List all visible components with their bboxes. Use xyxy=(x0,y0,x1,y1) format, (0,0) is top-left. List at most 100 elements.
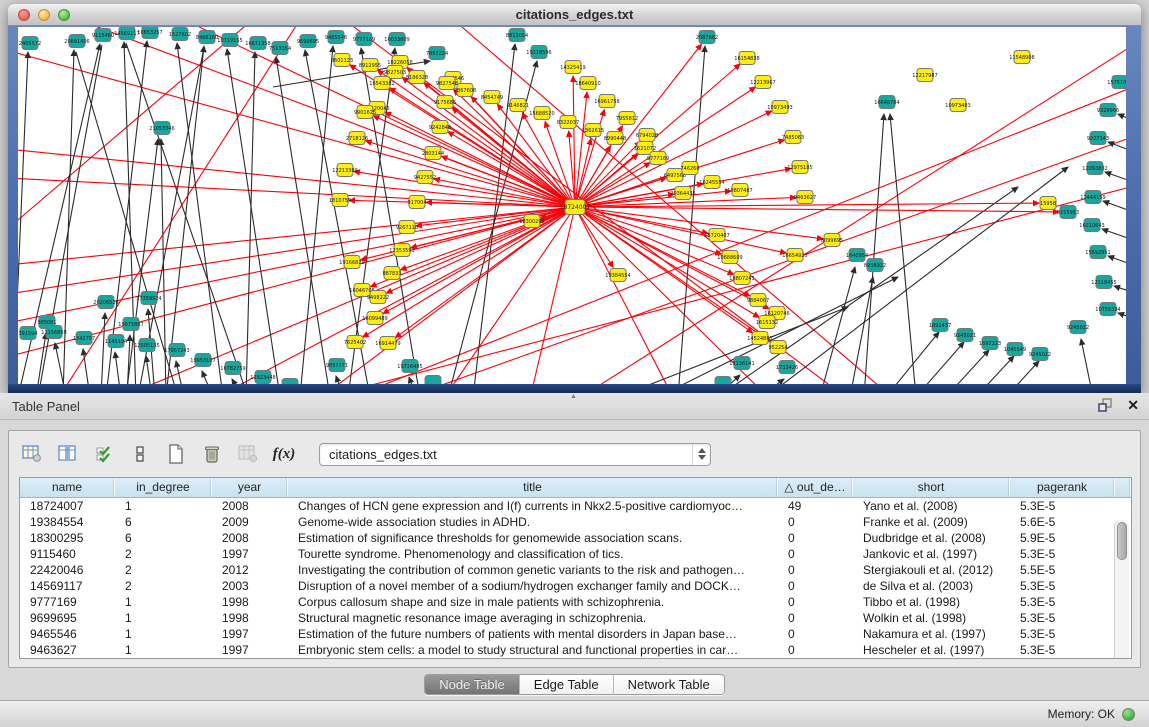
cell-in_degree[interactable]: 1 xyxy=(115,626,212,642)
cell-title[interactable]: Structural magnetic resonance image aver… xyxy=(288,610,778,626)
cell-pagerank[interactable]: 5.3E-5 xyxy=(1010,498,1115,514)
cell-name[interactable]: 22420046 xyxy=(20,562,115,578)
cell-title[interactable]: Estimation of significance thresholds fo… xyxy=(288,530,778,546)
network-edge[interactable] xyxy=(202,371,213,384)
cell-name[interactable]: 9463627 xyxy=(20,642,115,658)
cell-title[interactable]: Estimation of the future numbers of pati… xyxy=(288,626,778,642)
network-edge[interactable] xyxy=(1102,229,1126,247)
cell-out_degree[interactable]: 0 xyxy=(778,530,853,546)
cell-short[interactable]: Tibbo et al. (1998) xyxy=(853,594,1010,610)
network-edge[interactable] xyxy=(18,147,575,207)
network-edge[interactable] xyxy=(1114,286,1126,299)
cell-pagerank[interactable]: 5.3E-5 xyxy=(1010,594,1115,610)
cell-year[interactable]: 2008 xyxy=(212,498,288,514)
cell-pagerank[interactable]: 5.3E-5 xyxy=(1010,642,1115,658)
table-row[interactable]: 1938455462009Genome-wide association stu… xyxy=(20,514,1131,530)
table-panel-header[interactable]: ▲ Table Panel ✕ xyxy=(0,393,1149,420)
table-select-dropdown[interactable]: citations_edges.txt xyxy=(319,443,711,466)
cell-title[interactable]: Genome-wide association studies in ADHD. xyxy=(288,514,778,530)
cell-pagerank[interactable]: 5.5E-5 xyxy=(1010,562,1115,578)
cell-name[interactable]: 9699695 xyxy=(20,610,115,626)
function-builder-button[interactable]: f(x) xyxy=(271,441,297,467)
network-edge[interactable] xyxy=(305,50,370,384)
cell-short[interactable]: Wolkin et al. (1998) xyxy=(853,610,1010,626)
row-selection-button[interactable] xyxy=(91,441,117,467)
cell-year[interactable]: 1997 xyxy=(212,642,288,658)
cell-year[interactable]: 1998 xyxy=(212,610,288,626)
cell-title[interactable]: Changes of HCN gene expression and I(f) … xyxy=(288,498,778,514)
cell-name[interactable]: 9777169 xyxy=(20,594,115,610)
cell-in_degree[interactable]: 2 xyxy=(115,578,212,594)
network-node[interactable] xyxy=(715,377,731,385)
column-header-out_de[interactable]: △ out_de… xyxy=(778,478,853,497)
cell-out_degree[interactable]: 49 xyxy=(778,498,853,514)
cell-name[interactable]: 9465546 xyxy=(20,626,115,642)
table-row[interactable]: 977716911998Corpus callosum shape and si… xyxy=(20,594,1131,610)
cell-title[interactable]: Disruption of a novel member of a sodium… xyxy=(288,578,778,594)
cell-out_degree[interactable]: 0 xyxy=(778,578,853,594)
tab-edge-table[interactable]: Edge Table xyxy=(520,675,614,694)
network-edge[interactable] xyxy=(409,377,416,384)
column-header-in_degree[interactable]: in_degree xyxy=(115,478,212,497)
cell-in_degree[interactable]: 2 xyxy=(115,562,212,578)
table-row[interactable]: 946362711997Embryonic stem cells: a mode… xyxy=(20,642,1131,658)
cell-in_degree[interactable]: 6 xyxy=(115,530,212,546)
cell-in_degree[interactable]: 1 xyxy=(115,642,212,658)
network-edge[interactable] xyxy=(348,48,395,384)
cell-out_degree[interactable]: 0 xyxy=(778,626,853,642)
cell-pagerank[interactable]: 5.3E-5 xyxy=(1010,626,1115,642)
cell-year[interactable]: 1997 xyxy=(212,546,288,562)
network-edge[interactable] xyxy=(138,47,204,384)
cell-year[interactable]: 2008 xyxy=(212,530,288,546)
cell-name[interactable]: 14569117 xyxy=(20,578,115,594)
cell-year[interactable]: 1998 xyxy=(212,594,288,610)
cell-out_degree[interactable]: 0 xyxy=(778,610,853,626)
network-edge[interactable] xyxy=(1081,339,1093,384)
cell-year[interactable]: 2009 xyxy=(212,514,288,530)
cell-in_degree[interactable]: 2 xyxy=(115,546,212,562)
network-edge[interactable] xyxy=(373,116,575,207)
table-scrollbar[interactable] xyxy=(1114,520,1129,658)
network-edge[interactable] xyxy=(1118,114,1126,129)
network-edge[interactable] xyxy=(361,48,420,384)
splitter-handle[interactable]: ▲ xyxy=(570,394,579,400)
cell-in_degree[interactable]: 1 xyxy=(115,594,212,610)
window-titlebar[interactable]: citations_edges.txt xyxy=(8,4,1141,26)
tab-node-table[interactable]: Node Table xyxy=(425,675,520,694)
cell-pagerank[interactable]: 5.9E-5 xyxy=(1010,530,1115,546)
network-edge[interactable] xyxy=(18,207,575,297)
cell-pagerank[interactable]: 5.3E-5 xyxy=(1010,610,1115,626)
cell-pagerank[interactable]: 5.3E-5 xyxy=(1010,578,1115,594)
cell-short[interactable]: Dudbridge et al. (2008) xyxy=(853,530,1010,546)
cell-name[interactable]: 18724007 xyxy=(20,498,115,514)
cell-title[interactable]: Corpus callosum shape and size in male p… xyxy=(288,594,778,610)
network-edge[interactable] xyxy=(1103,201,1126,219)
table-row[interactable]: 1830029562008Estimation of significance … xyxy=(20,530,1131,546)
network-edge[interactable] xyxy=(377,70,575,207)
network-edge[interactable] xyxy=(18,207,575,362)
network-edge[interactable] xyxy=(820,267,855,384)
network-edge[interactable] xyxy=(146,356,152,384)
cell-year[interactable]: 2003 xyxy=(212,578,288,594)
cell-name[interactable]: 9115460 xyxy=(20,546,115,562)
network-edge[interactable] xyxy=(395,207,575,338)
network-edge[interactable] xyxy=(575,207,613,267)
network-edge[interactable] xyxy=(308,207,575,384)
network-canvas[interactable]: 2405572206914069115460145691171065325715… xyxy=(18,27,1126,384)
cell-in_degree[interactable]: 1 xyxy=(115,498,212,514)
network-edge[interactable] xyxy=(101,313,105,384)
cell-short[interactable]: Hescheler et al. (1997) xyxy=(853,642,1010,658)
cell-year[interactable]: 1997 xyxy=(212,626,288,642)
scrollbar-thumb[interactable] xyxy=(1117,522,1127,560)
cell-short[interactable]: Franke et al. (2009) xyxy=(853,514,1010,530)
delete-table-button[interactable] xyxy=(235,441,261,467)
cell-short[interactable]: de Silva et al. (2003) xyxy=(853,578,1010,594)
network-edge[interactable] xyxy=(177,43,223,384)
cell-short[interactable]: Stergiakouli et al. (2012) xyxy=(853,562,1010,578)
network-edge[interactable] xyxy=(115,352,121,384)
cell-name[interactable]: 18300295 xyxy=(20,530,115,546)
column-header-year[interactable]: year xyxy=(212,478,288,497)
network-edge[interactable] xyxy=(578,42,1126,384)
column-header-name[interactable]: name xyxy=(20,478,115,497)
table-row[interactable]: 2242004622012Investigating the contribut… xyxy=(20,562,1131,578)
